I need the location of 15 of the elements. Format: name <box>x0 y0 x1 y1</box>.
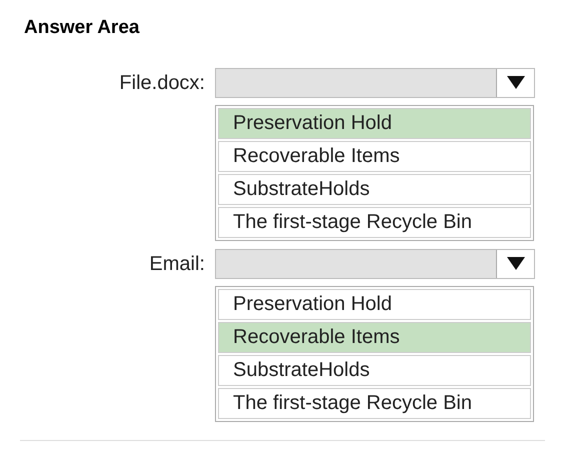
caret-icon <box>506 76 524 89</box>
dropdown-option[interactable]: Recoverable Items <box>218 140 531 172</box>
section-heading: Answer Area <box>24 17 140 38</box>
dropdown-option[interactable]: The first-stage Recycle Bin <box>218 388 531 418</box>
dropdown[interactable] <box>215 68 535 98</box>
dropdown-option[interactable]: SubstrateHolds <box>218 174 531 204</box>
dropdown-option[interactable]: SubstrateHolds <box>218 354 531 386</box>
dropdown[interactable] <box>215 248 535 278</box>
dropdown-option[interactable]: Preservation Hold <box>218 108 531 138</box>
dropdown-option[interactable]: Recoverable Items <box>218 322 531 352</box>
question-label: Email: <box>149 252 205 276</box>
caret-icon <box>506 257 524 270</box>
question-label: File.docx: <box>119 70 205 96</box>
dropdown-option[interactable]: Preservation Hold <box>218 288 531 320</box>
dropdown-option[interactable]: The first-stage Recycle Bin <box>218 206 531 238</box>
